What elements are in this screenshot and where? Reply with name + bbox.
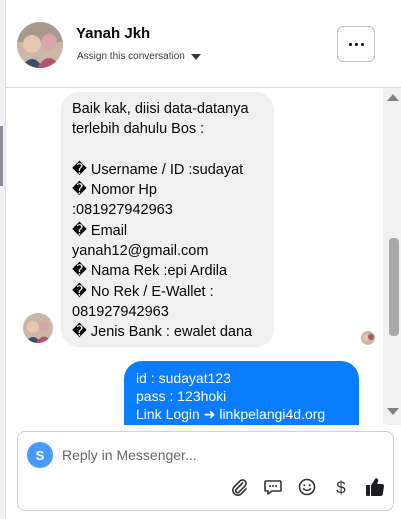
message-line: 081927942963	[72, 303, 169, 320]
thread-scrollbar[interactable]	[383, 88, 401, 425]
scrollbar-thumb[interactable]	[389, 238, 399, 336]
sender-avatar[interactable]	[23, 313, 53, 343]
message-line: terlebih dahulu Bos :	[72, 121, 205, 138]
outgoing-message: id : sudayat123 pass : 123hoki Link Logi…	[124, 361, 359, 425]
payment-icon[interactable]: $	[330, 476, 352, 498]
message-line: � Email	[72, 222, 128, 239]
more-options-button[interactable]	[337, 26, 375, 62]
reply-input[interactable]	[62, 444, 372, 466]
message-line: :081927942963	[72, 202, 173, 219]
more-options-icon	[348, 42, 364, 46]
left-panel-scroll-indicator	[0, 126, 3, 186]
message-thread: Baik kak, diisi data-datanya terlebih da…	[6, 88, 383, 425]
assign-label: Assign this conversation	[77, 51, 185, 62]
scroll-down-arrow-icon[interactable]	[387, 408, 399, 415]
assign-conversation-dropdown[interactable]: Assign this conversation	[77, 51, 201, 62]
composer-toolbar: $	[228, 476, 386, 498]
chevron-down-icon	[190, 53, 201, 60]
message-line: � Jenis Bank : ewalet dana	[72, 324, 253, 341]
emoji-icon[interactable]	[296, 476, 318, 498]
svg-text:$: $	[336, 478, 346, 497]
seen-avatar	[361, 331, 375, 345]
message-line: yanah12@gmail.com	[72, 243, 209, 260]
incoming-message: Baik kak, diisi data-datanya terlebih da…	[61, 92, 274, 347]
like-icon[interactable]	[364, 476, 386, 498]
message-line: � Username / ID :sudayat	[72, 161, 244, 178]
message-line: � Nama Rek :epi Ardila	[72, 263, 228, 280]
message-line: � No Rek / E-Wallet :	[72, 283, 214, 300]
contact-avatar[interactable]	[17, 22, 63, 68]
contact-name[interactable]: Yanah Jkh	[76, 25, 150, 42]
message-line: Baik kak, diisi data-datanya	[72, 101, 249, 117]
message-line: � Nomor Hp	[72, 182, 157, 199]
message-line[interactable]: Link Login ➜ linkpelangi4d.org	[136, 405, 347, 423]
attachment-icon[interactable]	[228, 476, 250, 498]
page-avatar: S	[27, 442, 53, 468]
saved-replies-icon[interactable]	[262, 476, 284, 498]
message-line: pass : 123hoki	[136, 388, 227, 404]
scroll-up-arrow-icon[interactable]	[387, 94, 399, 101]
conversation-header: Yanah Jkh Assign this conversation	[6, 0, 401, 88]
reply-composer: S $	[17, 431, 394, 511]
message-line	[72, 140, 263, 160]
message-line: id : sudayat123	[136, 370, 231, 386]
